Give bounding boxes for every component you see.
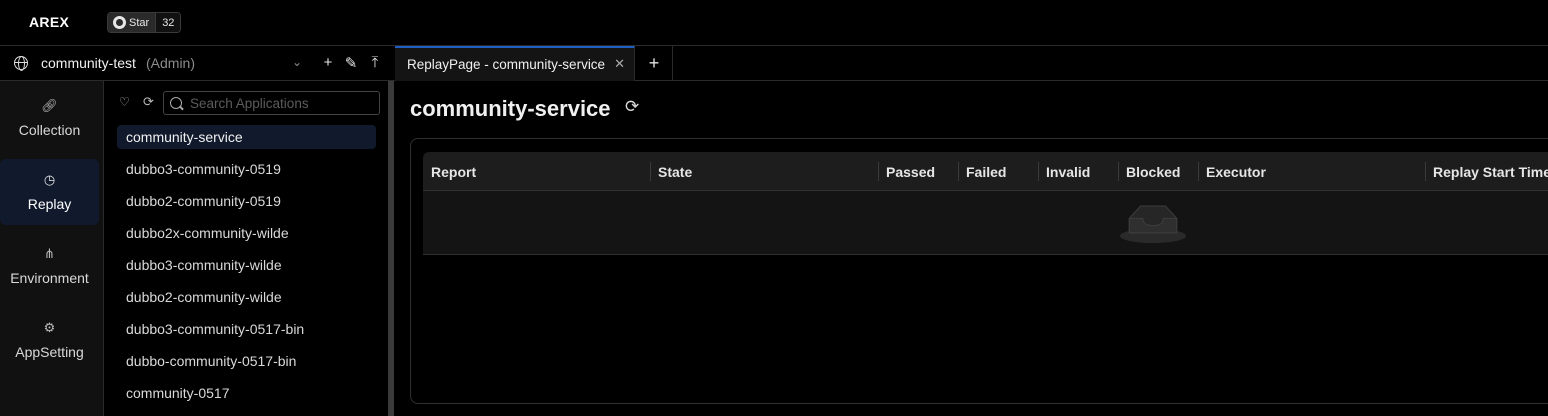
column-header-passed: Passed	[886, 163, 936, 180]
add-tab-plus-icon[interactable]: +	[636, 46, 673, 81]
nav-item-appsetting[interactable]: ⚙︎ AppSetting	[0, 307, 99, 373]
app-logo[interactable]: AREX	[29, 14, 69, 30]
clock-icon: ◷	[43, 171, 56, 187]
left-nav: 🔗︎ Collection ◷ Replay ⋔ Environment ⚙︎ …	[0, 81, 104, 416]
link-icon: 🔗︎	[41, 97, 58, 113]
application-list-panel: ♡ ⟳ community-service dubbo3-community-0…	[105, 81, 388, 416]
list-item-app[interactable]: dubbo3-community-0517-bin	[117, 317, 376, 341]
github-star-button[interactable]: Star 32	[107, 12, 182, 33]
workspace-chevron-down-icon[interactable]: ⌄	[292, 55, 302, 69]
workspace-bar: community-test (Admin) ⌄ + ✎ ⤒	[0, 46, 394, 81]
table-header: Report State Passed Failed Invalid Block…	[423, 152, 1548, 191]
list-item-app[interactable]: dubbo3-community-0519	[117, 157, 376, 181]
workspace-role: (Admin)	[146, 55, 196, 71]
upload-icon[interactable]: ⤒	[367, 54, 383, 71]
replay-report-table: Report State Passed Failed Invalid Block…	[410, 138, 1548, 404]
column-header-invalid: Invalid	[1046, 163, 1091, 180]
column-header-failed: Failed	[966, 163, 1007, 180]
list-item-app[interactable]: dubbo-community-0517-bin	[117, 349, 376, 373]
nav-item-collection[interactable]: 🔗︎ Collection	[0, 85, 99, 151]
gear-icon: ⚙︎	[43, 319, 56, 335]
search-input[interactable]	[190, 95, 379, 111]
network-icon: ⋔	[44, 245, 55, 261]
top-bar: AREX Star 32	[0, 0, 1548, 46]
add-workspace-plus-icon[interactable]: +	[320, 54, 336, 71]
column-header-report: Report	[431, 163, 477, 180]
column-header-replay-start-time: Replay Start Time	[1433, 163, 1548, 180]
list-item-app[interactable]: dubbo3-community-wilde	[117, 253, 376, 277]
search-applications-field[interactable]	[163, 91, 380, 115]
list-item-app[interactable]: dubbo2-community-wilde	[117, 285, 376, 309]
edit-workspace-icon[interactable]: ✎	[343, 54, 359, 72]
tab-strip: ReplayPage - community-service ✕ +	[394, 46, 1548, 81]
nav-item-label: Collection	[18, 121, 81, 138]
replay-page-content: community-service ⟳ Report State Passed …	[394, 81, 1548, 416]
tab-replay-page[interactable]: ReplayPage - community-service ✕	[395, 46, 635, 81]
github-star-label: Star	[129, 16, 150, 29]
github-icon	[113, 16, 126, 29]
github-star-count[interactable]: 32	[155, 13, 181, 32]
close-icon[interactable]: ✕	[614, 56, 625, 72]
tab-label: ReplayPage - community-service	[407, 57, 606, 72]
table-empty-state	[423, 191, 1548, 255]
refresh-icon[interactable]: ⟳	[625, 97, 639, 117]
nav-item-label: Environment	[10, 269, 89, 286]
page-title: community-service	[410, 96, 611, 121]
globe-icon	[14, 56, 28, 71]
search-icon	[170, 97, 182, 109]
column-header-state: State	[658, 163, 693, 180]
list-item-app[interactable]: community-service	[117, 125, 376, 149]
nav-item-environment[interactable]: ⋔ Environment	[0, 233, 99, 299]
nav-item-label: Replay	[27, 195, 72, 212]
empty-inbox-icon	[1120, 205, 1186, 244]
list-item-app[interactable]: dubbo2x-community-wilde	[117, 221, 376, 245]
nav-item-label: AppSetting	[15, 343, 84, 360]
list-item-app[interactable]: community-0517	[117, 381, 376, 405]
column-header-executor: Executor	[1206, 163, 1266, 180]
nav-item-replay[interactable]: ◷ Replay	[0, 159, 99, 225]
favorite-heart-icon[interactable]: ♡	[119, 95, 130, 109]
column-header-blocked: Blocked	[1126, 163, 1181, 180]
workspace-name[interactable]: community-test	[41, 55, 136, 71]
refresh-icon[interactable]: ⟳	[143, 94, 154, 110]
list-item-app[interactable]: dubbo2-community-0519	[117, 189, 376, 213]
